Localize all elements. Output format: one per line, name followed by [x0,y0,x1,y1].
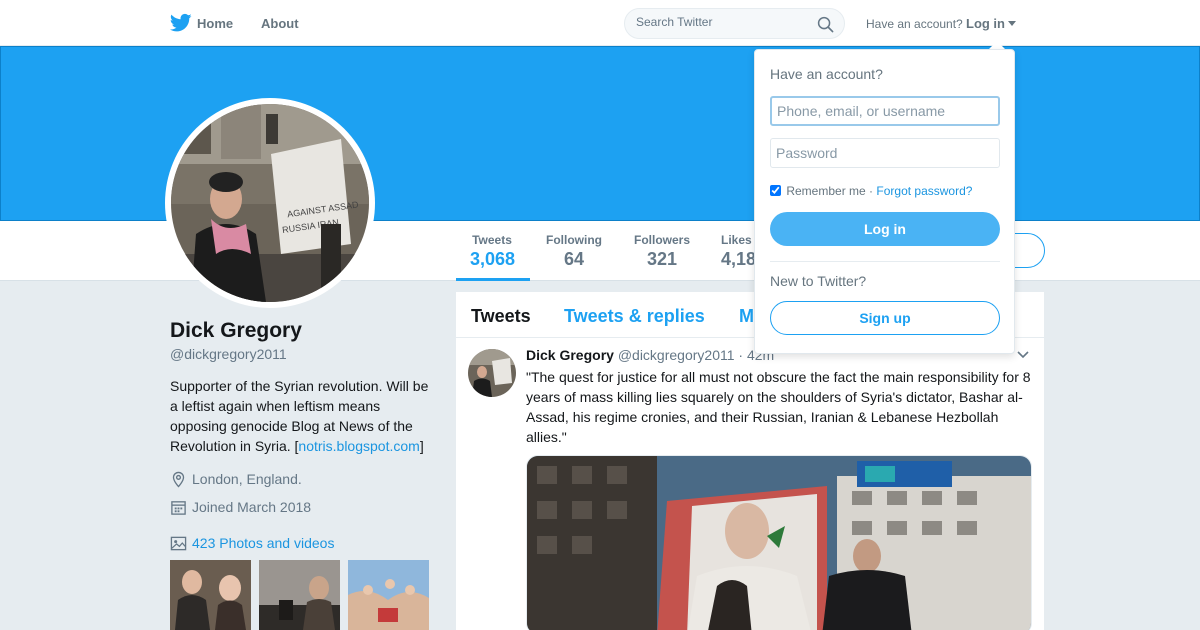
forgot-password-link[interactable]: Forgot password? [876,184,972,198]
calendar-icon [171,501,186,515]
nav-home-link[interactable]: Home [197,16,233,31]
remember-me-row: Remember me · Forgot password? [770,184,972,198]
search-box[interactable] [624,8,845,39]
username-field[interactable] [770,96,1000,126]
tab-tweets-replies[interactable]: Tweets & replies [564,306,705,327]
login-dropdown: Have an account? Remember me · Forgot pa… [754,49,1015,354]
remember-me-checkbox[interactable] [770,185,781,196]
thumbnail-image [348,560,429,630]
tab-tweets[interactable]: Tweets [471,306,531,327]
avatar-photo: AGAINST ASSAD RUSSIA IRAN [171,104,369,302]
stat-tweets[interactable]: Tweets 3,068 [470,233,516,270]
profile-bio: Supporter of the Syrian revolution. Will… [170,376,440,456]
profile-handle[interactable]: @dickgregory2011 [170,346,287,362]
search-input[interactable] [636,15,806,29]
thumbnail-image [170,560,251,630]
joined-text: Joined March 2018 [192,499,312,515]
tweet-author-handle[interactable]: @dickgregory2011 [618,347,735,363]
tweet-header: Dick Gregory @dickgregory2011 · 42m [526,347,774,363]
media-thumbnail[interactable] [170,560,251,630]
thumbnail-image [259,560,340,630]
stat-value: 3,068 [470,249,516,269]
remember-me-label[interactable]: Remember me [786,184,865,198]
stat-following[interactable]: Following 64 [544,233,604,270]
bio-end: ] [419,438,424,454]
bio-link[interactable]: notris.blogspot.com [298,438,419,454]
profile-name[interactable]: Dick Gregory [170,319,302,343]
twitter-bird-icon[interactable] [170,13,192,33]
stat-label: Followers [633,233,690,247]
separator-dot: · [869,184,874,198]
nav-about-link[interactable]: About [261,16,299,31]
photos-videos-label[interactable]: 423 Photos and videos [192,535,334,551]
tweet-avatar[interactable] [468,349,516,397]
signup-button[interactable]: Sign up [770,301,1000,335]
profile-avatar[interactable]: AGAINST ASSAD RUSSIA IRAN [165,98,375,308]
location-pin-icon [172,471,185,488]
top-navigation: Home About Have an account? Log in [0,0,1200,46]
tweet-avatar-image [468,349,516,397]
dropdown-title: Have an account? [770,66,883,82]
stat-value: 64 [563,249,585,269]
tweet-media[interactable] [526,455,1032,630]
tweet-author-name[interactable]: Dick Gregory [526,347,614,363]
password-field[interactable] [770,138,1000,168]
chevron-down-icon[interactable] [1017,351,1029,359]
stat-label: Following [546,233,602,247]
login-button[interactable]: Log in [770,212,1000,246]
photo-icon [170,536,187,551]
tab-media[interactable]: M [739,306,754,327]
media-thumbnail[interactable] [348,560,429,630]
search-icon[interactable] [817,16,834,33]
login-dropdown-toggle[interactable]: Log in [966,16,1005,31]
stat-label: Tweets [472,233,512,247]
tweet-text: "The quest for justice for all must not … [526,369,1031,445]
avatar-image: AGAINST ASSAD RUSSIA IRAN [171,104,369,302]
stat-value: 321 [646,249,678,269]
stat-followers[interactable]: Followers 321 [632,233,692,270]
have-account-text: Have an account? [866,17,963,31]
tweet-media-image [527,456,1031,630]
media-thumbnail[interactable] [259,560,340,630]
divider [770,261,1000,262]
new-to-twitter-text: New to Twitter? [770,273,867,289]
active-tab-indicator [456,278,530,281]
caret-down-icon[interactable] [1008,21,1016,26]
location-text: London, England. [192,471,302,487]
